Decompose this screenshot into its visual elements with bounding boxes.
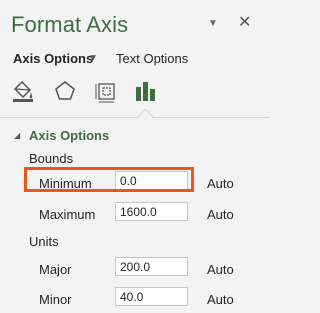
collapse-caret-icon[interactable]: ◢ [14, 131, 20, 140]
tab-axis-options[interactable]: Axis Options [13, 51, 93, 66]
size-properties-icon[interactable] [93, 78, 119, 104]
pane-title: Format Axis [11, 12, 129, 37]
major-auto-button[interactable]: Auto [207, 262, 234, 277]
effects-icon[interactable] [52, 78, 78, 104]
close-icon[interactable]: ✕ [238, 12, 251, 32]
maximum-input[interactable] [115, 202, 188, 221]
minor-label: Minor [39, 292, 72, 307]
minor-input[interactable] [115, 287, 188, 306]
selected-icon-indicator [137, 108, 154, 125]
units-label: Units [29, 234, 59, 249]
section-axis-options[interactable]: Axis Options [29, 128, 109, 143]
task-pane-options-icon[interactable]: ▼ [208, 18, 218, 29]
fill-line-icon[interactable] [10, 78, 36, 104]
chevron-down-icon[interactable]: ▼ [88, 53, 98, 64]
minimum-highlight-box [24, 167, 194, 192]
tab-text-options[interactable]: Text Options [116, 51, 188, 66]
maximum-auto-button[interactable]: Auto [207, 207, 234, 222]
major-input[interactable] [115, 257, 188, 276]
maximum-label: Maximum [39, 207, 96, 222]
format-axis-pane: Format Axis ▼ ✕ Axis Options ▼ Text Opti… [0, 0, 270, 313]
axis-options-chart-icon[interactable] [133, 78, 159, 104]
minor-auto-button[interactable]: Auto [207, 292, 234, 307]
icon-row-divider [0, 117, 270, 118]
major-label: Major [39, 262, 72, 277]
minimum-auto-button[interactable]: Auto [207, 176, 234, 191]
scrollbar[interactable] [261, 128, 270, 313]
bounds-label: Bounds [29, 151, 74, 166]
